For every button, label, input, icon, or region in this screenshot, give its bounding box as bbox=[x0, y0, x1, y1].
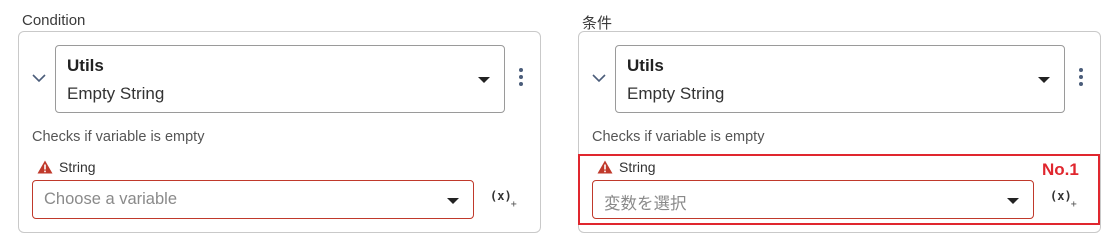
more-vertical-icon[interactable] bbox=[1075, 68, 1087, 90]
variable-select[interactable]: Choose a variable bbox=[32, 180, 474, 219]
variable-placeholder: Choose a variable bbox=[44, 190, 177, 208]
string-field-label: String bbox=[597, 159, 656, 175]
variable-select[interactable]: 変数を選択 bbox=[592, 180, 1034, 219]
caret-down-icon bbox=[478, 77, 490, 83]
variable-insert-icon[interactable]: (x)+ bbox=[1050, 189, 1078, 210]
condition-type-select[interactable]: Utils Empty String bbox=[615, 45, 1065, 113]
condition-panel-japanese: 条件 Utils Empty String Checks if variable… bbox=[578, 0, 1101, 242]
warning-triangle-icon bbox=[597, 160, 613, 174]
condition-type-select[interactable]: Utils Empty String bbox=[55, 45, 505, 113]
annotation-label: No.1 bbox=[1042, 160, 1079, 179]
caret-down-icon bbox=[1038, 77, 1050, 83]
condition-category: Utils bbox=[67, 56, 104, 75]
caret-down-icon bbox=[1007, 198, 1019, 204]
string-label-text: String bbox=[59, 159, 96, 175]
more-vertical-icon[interactable] bbox=[515, 68, 527, 90]
string-field-label: String bbox=[37, 159, 96, 175]
warning-triangle-icon bbox=[37, 160, 53, 174]
caret-down-icon bbox=[447, 198, 459, 204]
condition-action: Empty String bbox=[67, 84, 165, 103]
condition-description: Checks if variable is empty bbox=[32, 129, 205, 145]
condition-description: Checks if variable is empty bbox=[592, 129, 765, 145]
fx-sub: + bbox=[510, 199, 517, 211]
section-title: 条件 bbox=[582, 15, 613, 32]
chevron-down-icon[interactable] bbox=[591, 70, 607, 86]
fx-sub: + bbox=[1070, 199, 1077, 211]
condition-card: Utils Empty String Checks if variable is… bbox=[18, 31, 541, 233]
chevron-down-icon[interactable] bbox=[31, 70, 47, 86]
variable-placeholder: 変数を選択 bbox=[604, 195, 687, 213]
condition-action: Empty String bbox=[627, 84, 725, 103]
condition-card: Utils Empty String Checks if variable is… bbox=[578, 31, 1101, 233]
fx-text: (x) bbox=[1050, 189, 1072, 203]
variable-insert-icon[interactable]: (x)+ bbox=[490, 189, 518, 210]
condition-category: Utils bbox=[627, 56, 664, 75]
string-label-text: String bbox=[619, 159, 656, 175]
section-title: Condition bbox=[22, 12, 86, 29]
condition-panel-english: Condition Utils Empty String Checks if v… bbox=[18, 0, 541, 242]
fx-text: (x) bbox=[490, 189, 512, 203]
